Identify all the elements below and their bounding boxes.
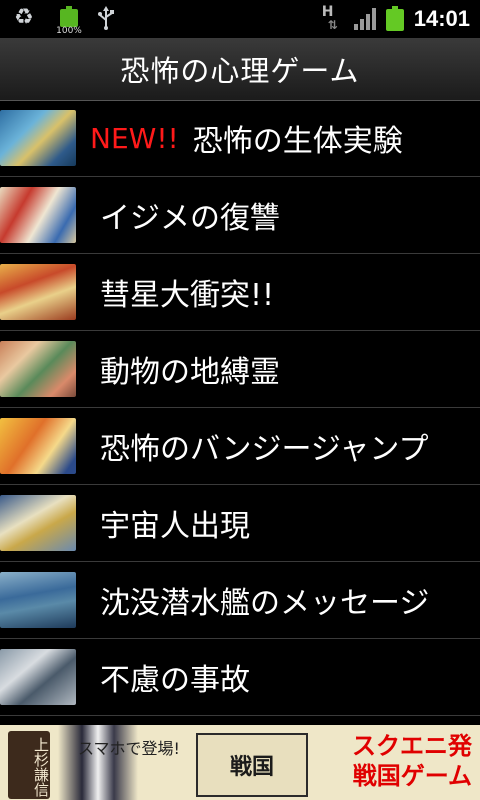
ad-headline-line2: 戦国ゲーム [352, 762, 472, 790]
usb-icon [96, 6, 116, 30]
ad-headline-line1: スクエニ発 [352, 732, 472, 760]
list-item[interactable]: 動物の地縛霊 [0, 331, 480, 408]
clock: 14:01 [413, 6, 470, 31]
list-item-label: 恐怖の生体実験 [192, 124, 403, 159]
thumbnail-image [0, 264, 76, 320]
thumbnail-image [0, 341, 76, 397]
list-item-label: 宇宙人出現 [100, 509, 250, 544]
ad-subtext: スマホで登場! [78, 739, 180, 758]
list-item[interactable]: 彗星大衝突!! [0, 254, 480, 331]
status-bar: ♻ 100% H ⇅ 14:01 [0, 0, 480, 38]
list-item-label: 沈没潜水艦のメッセージ [100, 586, 430, 621]
ad-logo: 戦国 [196, 733, 308, 797]
new-badge: NEW!! [90, 121, 179, 155]
list-item[interactable]: イジメの復讐 [0, 177, 480, 254]
list-item[interactable]: 沈没潜水艦のメッセージ [0, 562, 480, 639]
ad-banner[interactable]: 上杉謙信 スマホで登場! 戦国 スクエニ発 戦国ゲーム [0, 725, 480, 800]
thumbnail-image [0, 495, 76, 551]
list-item[interactable]: 宇宙人出現 [0, 485, 480, 562]
list-item[interactable]: NEW!! 恐怖の生体実験 [0, 100, 480, 177]
list-item-label: 彗星大衝突!! [100, 278, 275, 313]
list-item-label: イジメの復讐 [100, 201, 280, 236]
status-bar-left: ♻ 100% [14, 5, 116, 36]
title-bar: 恐怖の心理ゲーム [0, 38, 480, 101]
thumbnail-image [0, 187, 76, 243]
battery-icon [385, 6, 404, 32]
thumbnail-image [0, 649, 76, 705]
list-item-label: 不慮の事故 [100, 663, 250, 698]
thumbnail-image [0, 418, 76, 474]
battery-percent: 100% [56, 26, 82, 36]
battery-icon: 100% [56, 6, 82, 36]
page-title: 恐怖の心理ゲーム [120, 54, 360, 88]
game-list: NEW!! 恐怖の生体実験 イジメの復讐 彗星大衝突!! 動物の地縛霊 恐怖のバ… [0, 100, 480, 716]
hsdpa-icon: H ⇅ [321, 4, 338, 32]
list-item[interactable]: 不慮の事故 [0, 639, 480, 716]
ad-tag: 上杉謙信 [8, 731, 50, 799]
list-item-label: 動物の地縛霊 [100, 355, 280, 390]
list-item[interactable]: 恐怖のバンジージャンプ [0, 408, 480, 485]
thumbnail-image [0, 572, 76, 628]
list-item-label: 恐怖のバンジージャンプ [100, 432, 429, 467]
ad-headline: スクエニ発 戦国ゲーム [352, 731, 472, 791]
signal-icon [353, 8, 376, 30]
thumbnail-image [0, 110, 76, 166]
recycle-icon: ♻ [14, 5, 34, 30]
status-bar-right: H ⇅ 14:01 [321, 4, 470, 32]
